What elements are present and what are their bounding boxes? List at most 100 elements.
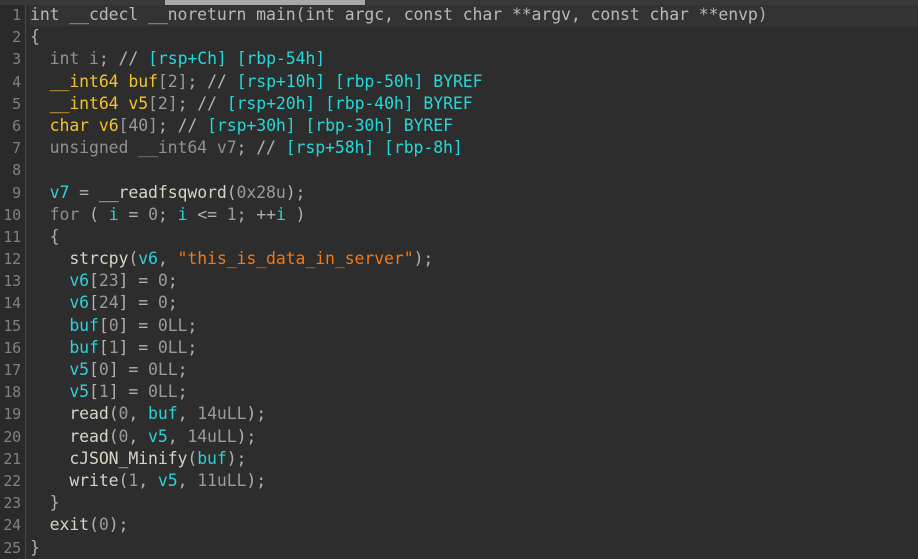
- code-line[interactable]: strcpy(v6, "this_is_data_in_server");: [30, 248, 918, 270]
- token-string: "this_is_data_in_server": [177, 249, 414, 269]
- token-var[interactable]: i: [109, 205, 119, 224]
- token-func[interactable]: exit: [50, 515, 89, 534]
- code-line[interactable]: __int64 buf[2]; // [rsp+10h] [rbp-50h] B…: [30, 71, 918, 93]
- line-number: 16: [3, 338, 21, 357]
- code-line[interactable]: v6[24] = 0;: [30, 292, 918, 314]
- token-punct: (: [79, 204, 109, 224]
- token-num: 0: [98, 360, 109, 379]
- code-editor[interactable]: 1 2 3 4 5 6 7 8 9 10 11 12 13 14 15 16 17 18 19 20 21 22 23 24 2…: [0, 0, 918, 559]
- line-number: 17: [3, 361, 21, 379]
- token-comment: [rsp+20h] [rbp-40h] BYREF: [226, 93, 473, 113]
- line-number: 15: [3, 316, 21, 335]
- token-type[interactable]: buf: [128, 72, 158, 91]
- token-var[interactable]: buf: [197, 449, 227, 468]
- token-punct: (: [128, 249, 139, 269]
- horizontal-scrollbar-track[interactable]: [0, 0, 918, 5]
- code-line[interactable]: int __cdecl __noreturn main(int argc, co…: [30, 4, 918, 27]
- token-punct: ;: [98, 49, 119, 69]
- token-var[interactable]: i: [178, 205, 188, 224]
- code-line[interactable]: exit(0);: [30, 514, 918, 536]
- token-punct: ;: [177, 93, 198, 113]
- token-var[interactable]: i: [276, 205, 286, 224]
- token-num: [: [157, 71, 168, 91]
- token-punct: =: [118, 204, 149, 224]
- token-punct: }: [30, 537, 40, 557]
- token-punct: ,: [128, 426, 149, 446]
- token-punct: ;: [167, 293, 178, 313]
- line-number-gutter: 1 2 3 4 5 6 7 8 9 10 11 12 13 14 15 16 17 18 19 20 21 22 23 24 2…: [0, 0, 26, 559]
- code-line[interactable]: }: [30, 537, 918, 559]
- token-punct: ;: [157, 115, 178, 135]
- code-line[interactable]: for ( i = 0; i <= 1; ++i ): [30, 204, 918, 226]
- code-line[interactable]: read(0, buf, 14uLL);: [30, 403, 918, 425]
- code-area[interactable]: int __cdecl __noreturn main(int argc, co…: [26, 0, 918, 559]
- code-line[interactable]: v6[23] = 0;: [30, 270, 918, 292]
- token-func[interactable]: strcpy: [69, 249, 128, 268]
- token-dim: i: [89, 49, 99, 69]
- code-line[interactable]: char v6[40]; // [rsp+30h] [rbp-30h] BYRE…: [30, 115, 918, 137]
- token-punct: ): [757, 5, 768, 24]
- code-line[interactable]: v5[1] = 0LL;: [30, 381, 918, 403]
- code-line[interactable]: unsigned __int64 v7; // [rsp+58h] [rbp-8…: [30, 137, 918, 159]
- code-line[interactable]: }: [30, 492, 918, 514]
- token-var[interactable]: buf: [148, 404, 178, 423]
- token-keyword: //: [256, 138, 286, 158]
- token-num: 11uLL: [197, 470, 247, 490]
- token-type[interactable]: char: [50, 116, 89, 135]
- token-num: 0x28u: [236, 182, 286, 202]
- code-line[interactable]: [30, 159, 918, 181]
- token-func[interactable]: read: [69, 427, 108, 446]
- token-punct: ;: [167, 271, 178, 291]
- token-func[interactable]: __readfsqword: [99, 183, 227, 202]
- line-number: 8: [12, 161, 21, 180]
- token-var[interactable]: v5: [69, 382, 89, 401]
- token-var[interactable]: v6: [69, 293, 89, 312]
- token-type[interactable]: v6: [99, 116, 119, 135]
- token-func[interactable]: cJSON_Minify: [69, 449, 187, 468]
- token-num: ]: [167, 93, 178, 113]
- token-var[interactable]: v6: [69, 271, 89, 290]
- token-punct: ] =: [118, 271, 158, 291]
- code-line[interactable]: buf[1] = 0LL;: [30, 337, 918, 359]
- token-var[interactable]: v5: [158, 471, 178, 490]
- line-number: 14: [3, 294, 21, 313]
- token-var[interactable]: buf: [69, 316, 99, 335]
- token-type[interactable]: __int64: [50, 94, 119, 113]
- code-line[interactable]: write(1, v5, 11uLL);: [30, 470, 918, 492]
- code-line[interactable]: {: [30, 26, 918, 48]
- token-num: ]: [148, 115, 158, 135]
- token-func[interactable]: read: [69, 404, 108, 423]
- token-func[interactable]: write: [69, 471, 118, 490]
- code-line[interactable]: v5[0] = 0LL;: [30, 359, 918, 381]
- token-punct: (: [295, 5, 306, 24]
- code-line[interactable]: cJSON_Minify(buf);: [30, 448, 918, 470]
- token-num: 0: [157, 271, 168, 291]
- token-punct: {: [49, 226, 60, 246]
- line-number: 5: [12, 94, 21, 113]
- code-line[interactable]: {: [30, 226, 918, 248]
- token-type[interactable]: v5: [128, 94, 148, 113]
- code-line[interactable]: __int64 v5[2]; // [rsp+20h] [rbp-40h] BY…: [30, 93, 918, 115]
- code-line[interactable]: v7 = __readfsqword(0x28u);: [30, 182, 918, 204]
- code-line[interactable]: read(0, v5, 14uLL);: [30, 426, 918, 448]
- token-var[interactable]: v6: [138, 249, 158, 268]
- token-num: 1: [128, 470, 139, 490]
- token-punct: ] =: [118, 337, 158, 357]
- code-line[interactable]: buf[0] = 0LL;: [30, 315, 918, 337]
- token-var[interactable]: v7: [50, 183, 70, 202]
- horizontal-scrollbar-thumb[interactable]: [165, 0, 365, 5]
- token-var[interactable]: buf: [69, 338, 99, 357]
- token-var[interactable]: v5: [69, 360, 89, 379]
- token-type[interactable]: __int64: [50, 72, 119, 91]
- code-line[interactable]: int i; // [rsp+Ch] [rbp-54h]: [30, 48, 918, 70]
- line-number: 7: [12, 139, 21, 158]
- token-num: 1: [98, 382, 109, 402]
- token-num: [: [148, 93, 158, 113]
- token-var[interactable]: v5: [148, 427, 168, 446]
